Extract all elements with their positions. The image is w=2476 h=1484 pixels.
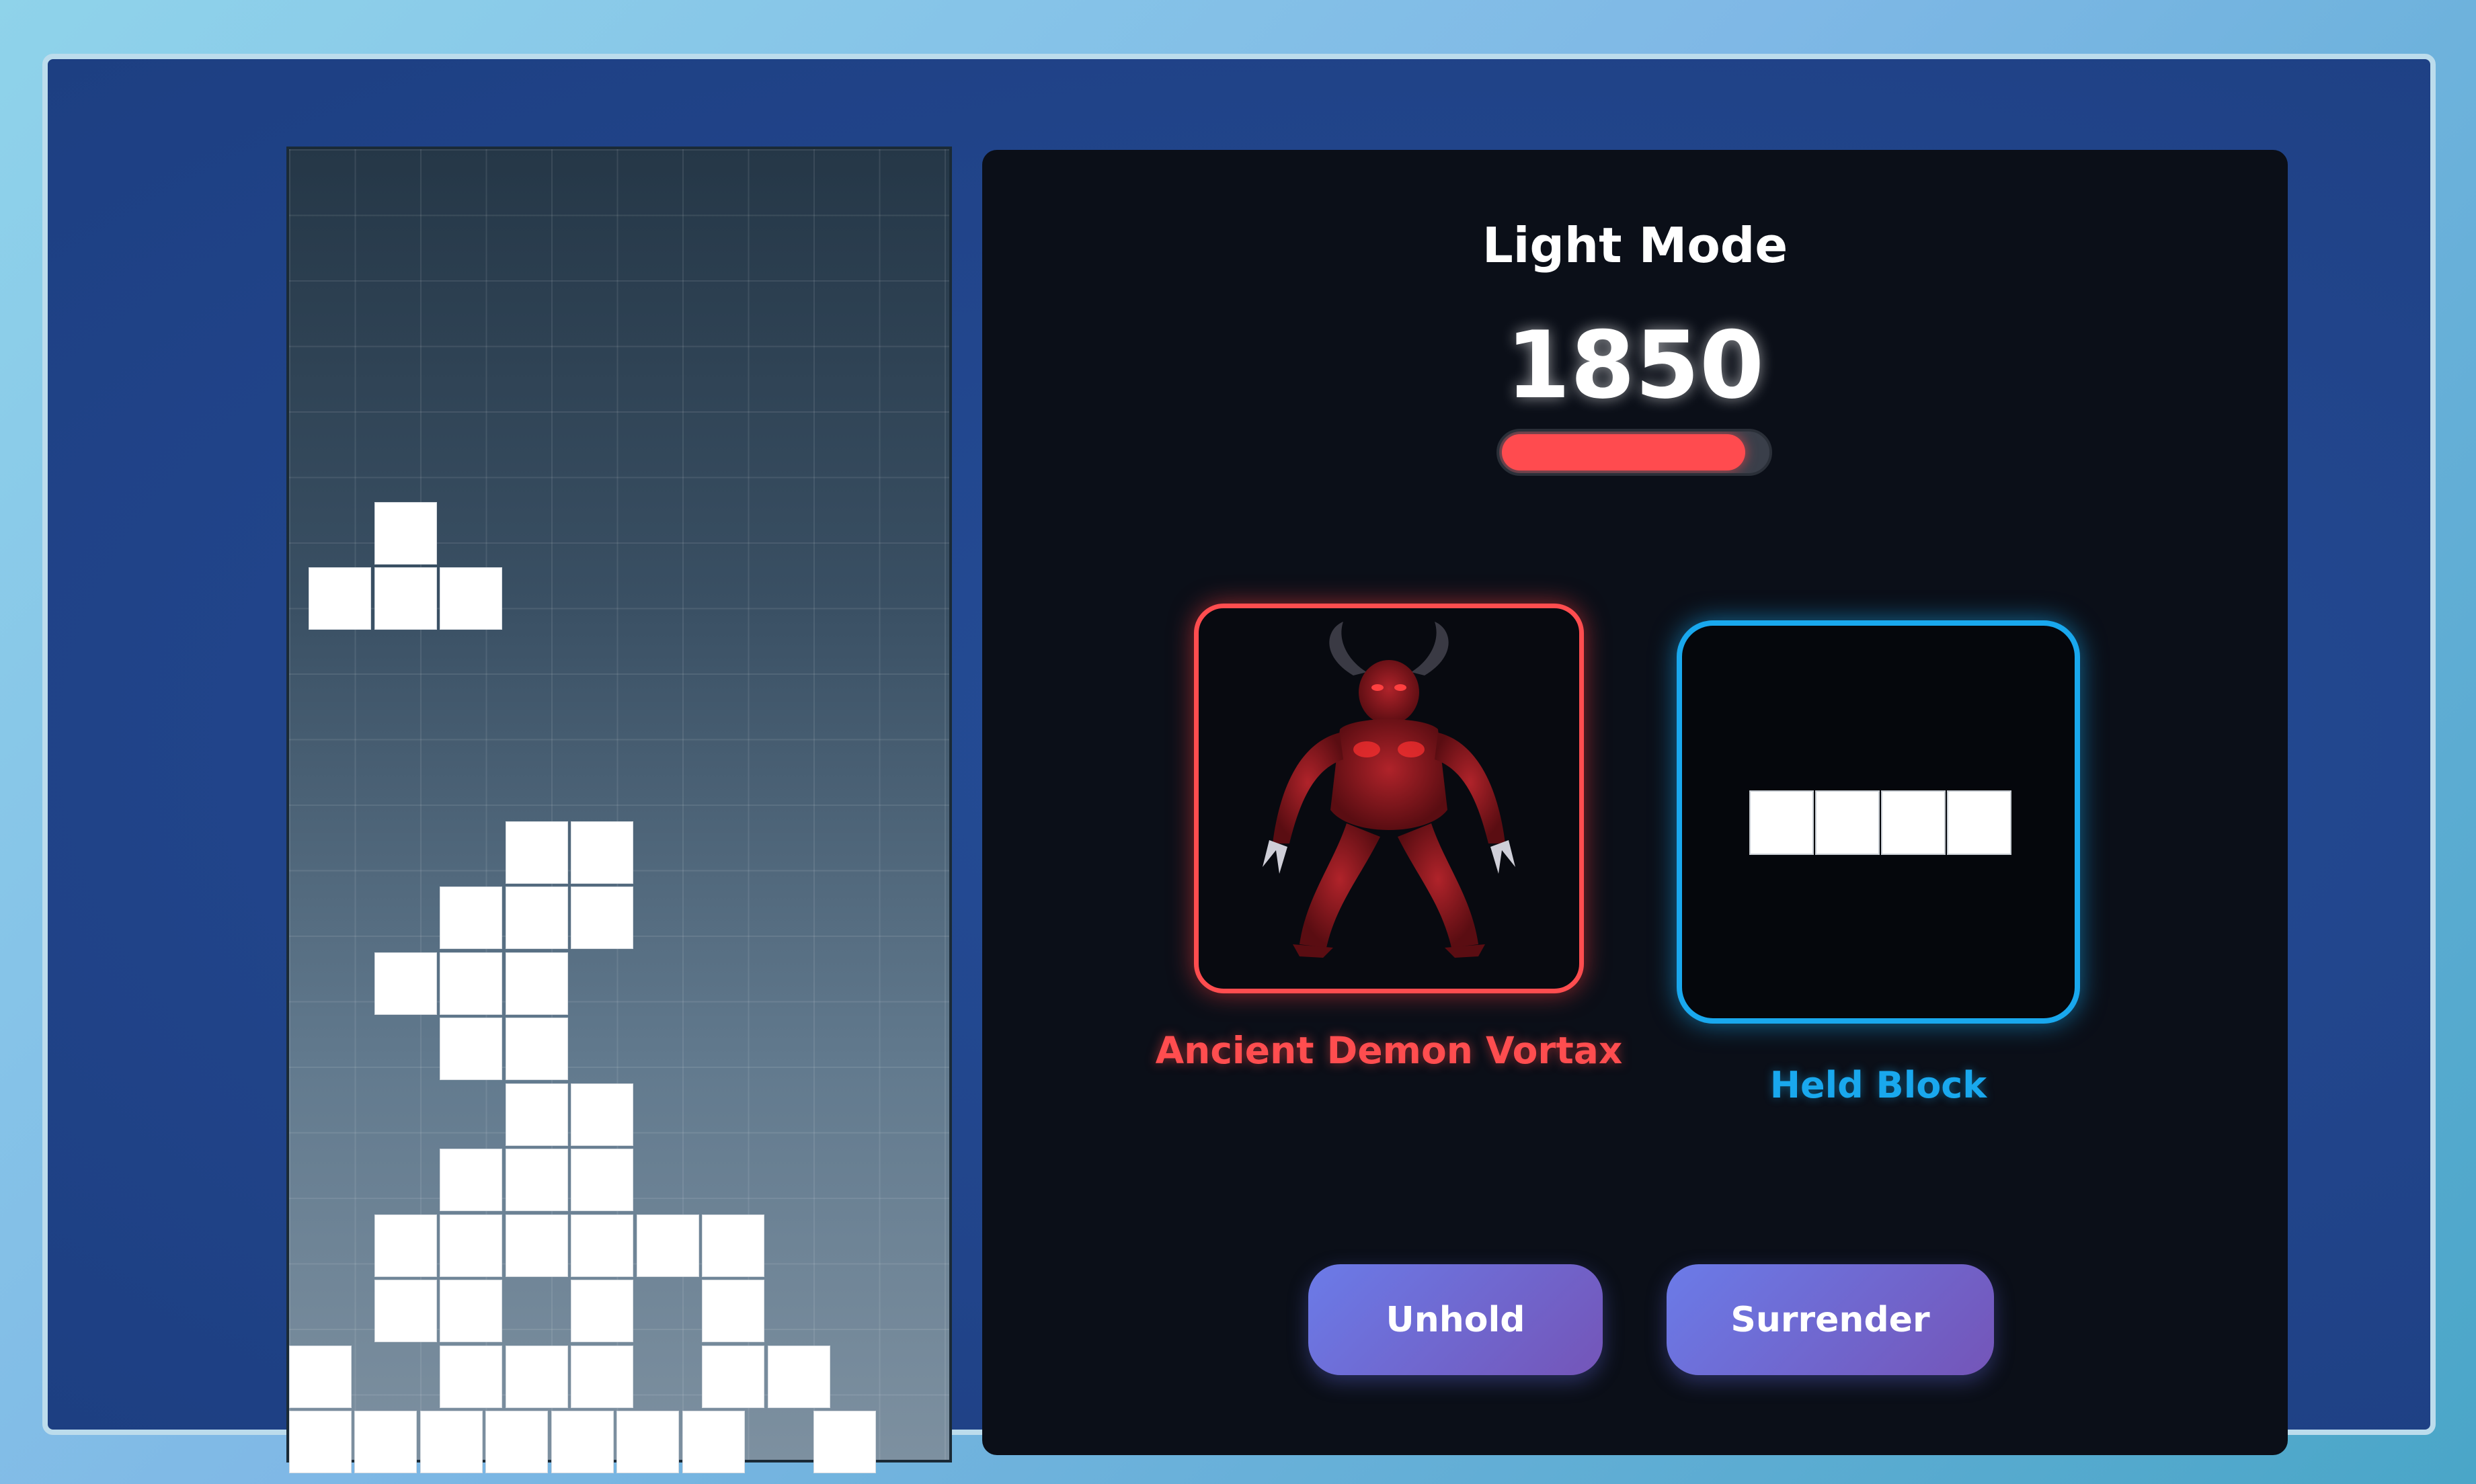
settled-block [420, 1411, 483, 1473]
settled-block [571, 1346, 633, 1408]
settled-block [440, 1018, 502, 1080]
mode-title: Light Mode [1482, 217, 1788, 274]
settled-block [289, 1346, 352, 1408]
surrender-button[interactable]: Surrender [1667, 1264, 1994, 1375]
active-piece-block [440, 567, 502, 630]
tetris-board[interactable] [286, 147, 952, 1473]
unhold-button[interactable]: Unhold [1308, 1264, 1603, 1375]
held-piece-block [1749, 790, 1814, 855]
settled-block [571, 1280, 633, 1342]
settled-block [506, 1214, 568, 1277]
game-info-panel: Light Mode 1850 Ancient Demon Vortax Hel… [982, 150, 2288, 1455]
settled-block [374, 952, 437, 1015]
settled-block [571, 887, 633, 949]
settled-block [440, 1280, 502, 1342]
settled-block [768, 1346, 830, 1408]
held-i-piece [1749, 790, 2013, 856]
active-piece-block [309, 567, 371, 630]
settled-block [702, 1214, 764, 1277]
enemy-portrait-card [1194, 604, 1584, 993]
settled-block [506, 887, 568, 949]
score-value: 1850 [1505, 311, 1765, 419]
settled-block [354, 1411, 417, 1473]
held-piece-block [1815, 790, 1880, 855]
settled-block [506, 1018, 568, 1080]
active-piece-block [374, 567, 437, 630]
settled-block [813, 1411, 876, 1473]
enemy-health-fill [1502, 434, 1745, 470]
settled-block [682, 1411, 745, 1473]
settled-block [571, 821, 633, 884]
settled-block [440, 1149, 502, 1211]
settled-block [440, 1214, 502, 1277]
settled-block [506, 952, 568, 1015]
enemy-health-bar [1496, 429, 1772, 476]
settled-block [440, 1346, 502, 1408]
settled-block [506, 821, 568, 884]
held-block-label: Held Block [1769, 1064, 1987, 1106]
settled-block [440, 952, 502, 1015]
demon-portrait [1263, 622, 1515, 958]
settled-block [702, 1346, 764, 1408]
settled-block [637, 1214, 699, 1277]
held-block-card[interactable] [1677, 620, 2080, 1024]
settled-block [702, 1280, 764, 1342]
settled-block [551, 1411, 614, 1473]
settled-block [440, 887, 502, 949]
game-frame: Light Mode 1850 Ancient Demon Vortax Hel… [42, 54, 2436, 1473]
settled-block [616, 1411, 679, 1473]
settled-block [506, 1083, 568, 1146]
settled-block [289, 1411, 352, 1473]
settled-block [571, 1214, 633, 1277]
settled-block [485, 1411, 548, 1473]
held-piece-block [1881, 790, 1946, 855]
settled-block [571, 1149, 633, 1211]
settled-block [374, 1214, 437, 1277]
settled-block [506, 1149, 568, 1211]
settled-block [506, 1346, 568, 1408]
settled-block [571, 1083, 633, 1146]
enemy-name: Ancient Demon Vortax [1155, 1029, 1623, 1072]
active-piece-block [374, 502, 437, 565]
held-piece-block [1947, 790, 2011, 855]
settled-block [374, 1280, 437, 1342]
